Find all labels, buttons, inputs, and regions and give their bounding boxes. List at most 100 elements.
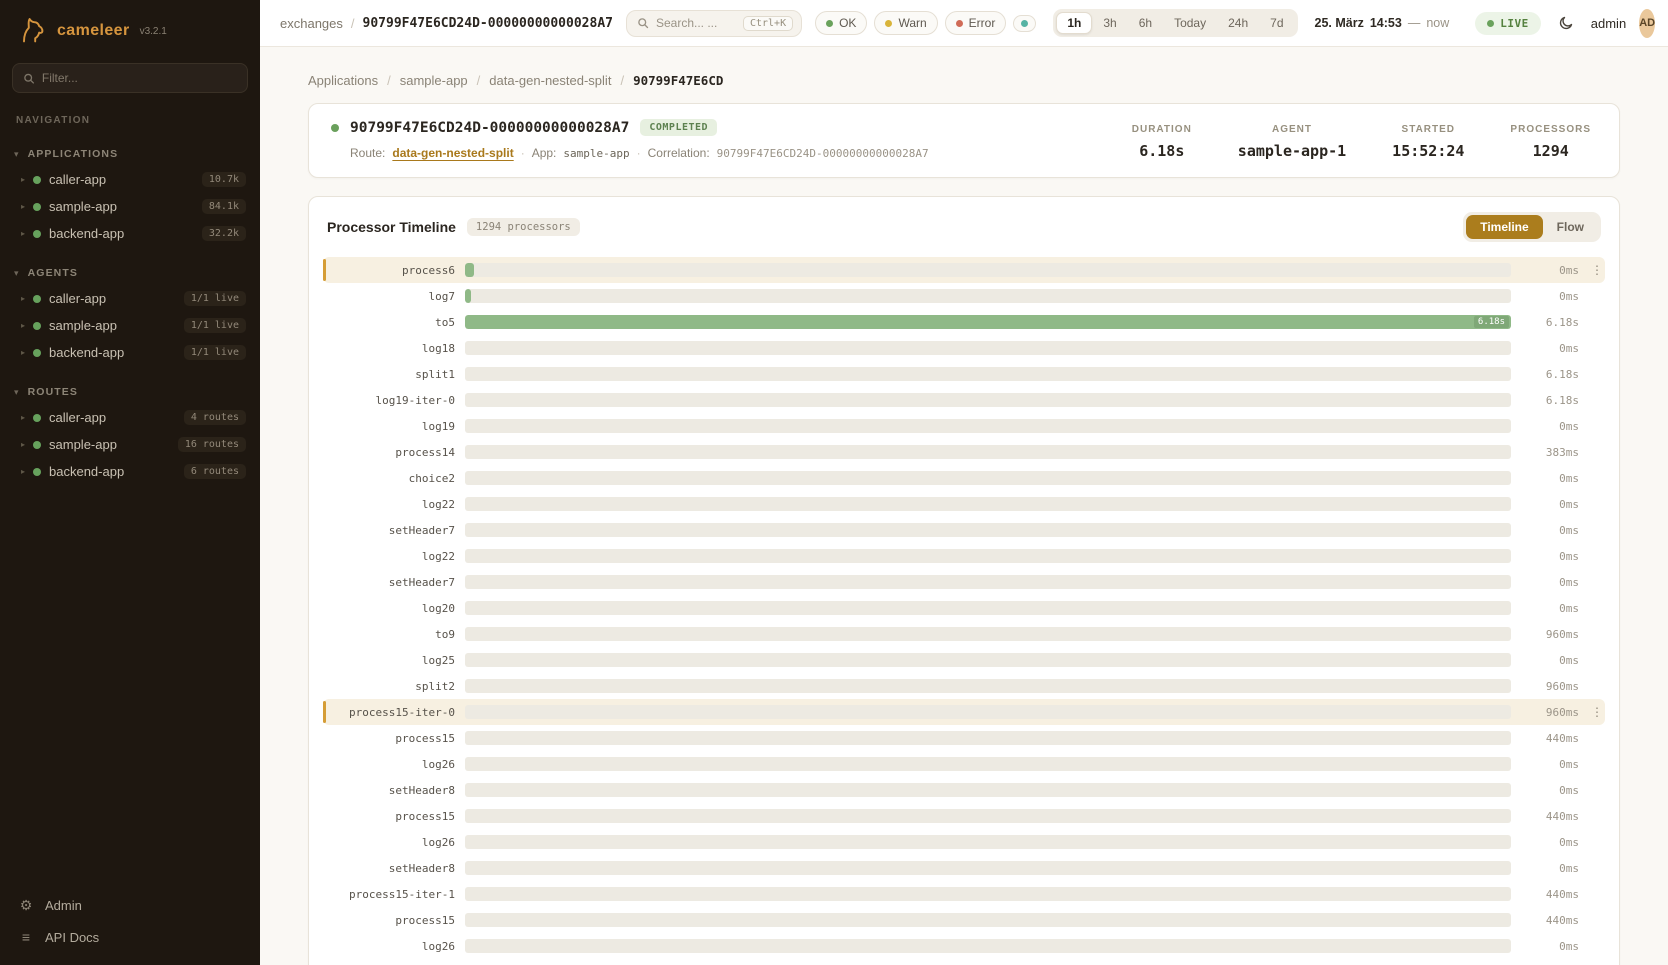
timeline-row[interactable]: log70ms — [323, 283, 1605, 309]
search-input[interactable] — [656, 16, 736, 30]
logo-row: cameleer v3.2.1 — [0, 0, 260, 57]
caret-right-icon: ▸ — [21, 295, 25, 303]
range-6h[interactable]: 6h — [1128, 12, 1163, 34]
section-header-applications[interactable]: ▾APPLICATIONS — [0, 142, 260, 166]
sidebar-item-badge: 10.7k — [202, 172, 246, 187]
filter-chip-ok[interactable]: OK — [815, 11, 867, 35]
sidebar-item-sample-app[interactable]: ▸sample-app84.1k — [0, 193, 260, 220]
range-3h[interactable]: 3h — [1092, 12, 1127, 34]
timeline-row[interactable]: log220ms — [323, 491, 1605, 517]
processor-count-badge: 1294 processors — [467, 218, 580, 236]
processor-name: setHeader8 — [323, 784, 455, 797]
meta-separator: · — [637, 146, 641, 160]
breadcrumb-exchange-id: 90799F47E6CD24D-00000000000028A7 — [363, 16, 613, 31]
timeline-row[interactable]: setHeader70ms — [323, 569, 1605, 595]
sidebar-item-backend-app[interactable]: ▸backend-app1/1 live — [0, 339, 260, 366]
processor-name: log26 — [323, 836, 455, 849]
global-search[interactable]: Ctrl+K — [626, 10, 802, 37]
timeline-row[interactable]: setHeader70ms — [323, 517, 1605, 543]
range-7d[interactable]: 7d — [1259, 12, 1294, 34]
view-timeline-button[interactable]: Timeline — [1466, 215, 1542, 239]
timeline-row[interactable]: process14383ms — [323, 439, 1605, 465]
username[interactable]: admin — [1591, 16, 1626, 31]
timeline-row[interactable]: log180ms — [323, 335, 1605, 361]
stat-label: AGENT — [1238, 124, 1346, 135]
user-avatar[interactable]: AD — [1639, 9, 1655, 38]
filter-chip-error[interactable]: Error — [945, 11, 1007, 35]
kebab-menu-icon[interactable]: ⋮ — [1589, 705, 1605, 719]
breadcrumb-item[interactable]: Applications — [308, 73, 378, 88]
breadcrumb-item[interactable]: data-gen-nested-split — [489, 73, 611, 88]
live-indicator[interactable]: LIVE — [1475, 12, 1541, 35]
processor-bar-label: 6.18s — [1474, 316, 1509, 328]
section-header-agents[interactable]: ▾AGENTS — [0, 261, 260, 285]
timeline-row[interactable]: process60ms⋮ — [323, 257, 1605, 283]
sidebar-item-sample-app[interactable]: ▸sample-app1/1 live — [0, 312, 260, 339]
sidebar-section-routes: ▾ROUTES▸caller-app4 routes▸sample-app16 … — [0, 380, 260, 485]
kebab-menu-icon[interactable]: ⋮ — [1589, 263, 1605, 277]
timeline-row[interactable]: process15440ms — [323, 907, 1605, 933]
meta-separator: · — [521, 146, 525, 160]
processor-track — [465, 679, 1511, 693]
timeline-row[interactable]: log220ms — [323, 543, 1605, 569]
stat-value: sample-app-1 — [1238, 142, 1346, 160]
view-flow-button[interactable]: Flow — [1543, 215, 1598, 239]
sidebar-item-sample-app[interactable]: ▸sample-app16 routes — [0, 431, 260, 458]
sidebar-item-caller-app[interactable]: ▸caller-app4 routes — [0, 404, 260, 431]
processor-track — [465, 653, 1511, 667]
sidebar-item-backend-app[interactable]: ▸backend-app6 routes — [0, 458, 260, 485]
processor-track — [465, 705, 1511, 719]
status-dot — [33, 468, 41, 476]
timeline-row[interactable]: log190ms — [323, 413, 1605, 439]
timeline-row[interactable]: split16.18s — [323, 361, 1605, 387]
timeline-row[interactable]: process15440ms — [323, 725, 1605, 751]
processor-name: log25 — [323, 654, 455, 667]
exchange-meta: Route: data-gen-nested-split · App: samp… — [331, 146, 929, 160]
timeline-row[interactable]: log260ms — [323, 829, 1605, 855]
processor-name: log19-iter-0 — [323, 394, 455, 407]
processor-name: log22 — [323, 550, 455, 563]
timeline-row[interactable]: setHeader80ms — [323, 777, 1605, 803]
timeline-row[interactable]: log260ms — [323, 933, 1605, 959]
range-1h[interactable]: 1h — [1056, 12, 1092, 34]
sidebar-filter[interactable] — [12, 63, 248, 93]
timeline-header: Processor Timeline 1294 processors Timel… — [309, 197, 1619, 255]
range-24h[interactable]: 24h — [1217, 12, 1259, 34]
footer-api-docs[interactable]: ≡API Docs — [18, 929, 242, 945]
timeline-row[interactable]: log260ms — [323, 751, 1605, 777]
route-link[interactable]: data-gen-nested-split — [392, 146, 513, 160]
breadcrumb-exchanges[interactable]: exchanges — [280, 16, 343, 31]
section-header-routes[interactable]: ▾ROUTES — [0, 380, 260, 404]
timeline-row[interactable]: setHeader80ms — [323, 855, 1605, 881]
timeline-row[interactable]: to9960ms — [323, 621, 1605, 647]
processor-name: choice2 — [323, 472, 455, 485]
timeline-row[interactable]: split2960ms — [323, 673, 1605, 699]
date-range-display[interactable]: 25. März 14:53 — now — [1315, 16, 1450, 30]
timeline-row[interactable]: process15-iter-0960ms⋮ — [323, 699, 1605, 725]
processor-name: process14 — [323, 446, 455, 459]
caret-down-icon: ▾ — [14, 150, 20, 159]
dark-mode-toggle[interactable] — [1554, 11, 1578, 35]
timeline-row[interactable]: choice20ms — [323, 465, 1605, 491]
timeline-row[interactable]: process15-iter-1440ms — [323, 881, 1605, 907]
timeline-row[interactable]: log19-iter-06.18s — [323, 387, 1605, 413]
timeline-row[interactable]: to56.18s6.18s — [323, 309, 1605, 335]
filter-chip-warn[interactable]: Warn — [874, 11, 937, 35]
sidebar-item-label: sample-app — [49, 437, 170, 452]
timeline-row[interactable]: process15440ms — [323, 803, 1605, 829]
range-today[interactable]: Today — [1163, 12, 1217, 34]
sidebar-item-backend-app[interactable]: ▸backend-app32.2k — [0, 220, 260, 247]
processor-track — [465, 419, 1511, 433]
sidebar-item-caller-app[interactable]: ▸caller-app10.7k — [0, 166, 260, 193]
timeline-row[interactable]: log200ms — [323, 595, 1605, 621]
filter-chip-extra[interactable] — [1013, 15, 1036, 32]
timeline-row[interactable]: log250ms — [323, 647, 1605, 673]
sidebar-section-applications: ▾APPLICATIONS▸caller-app10.7k▸sample-app… — [0, 142, 260, 247]
processor-track — [465, 601, 1511, 615]
sidebar-filter-input[interactable] — [42, 71, 237, 85]
sidebar-item-caller-app[interactable]: ▸caller-app1/1 live — [0, 285, 260, 312]
stat-label: STARTED — [1392, 124, 1464, 135]
processor-track — [465, 809, 1511, 823]
footer-admin[interactable]: ⚙Admin — [18, 897, 242, 914]
breadcrumb-item[interactable]: sample-app — [400, 73, 468, 88]
